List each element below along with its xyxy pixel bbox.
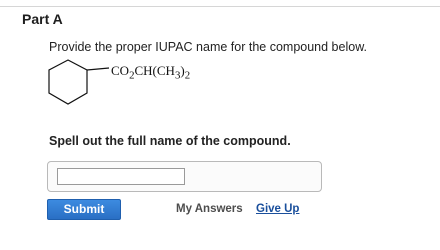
part-title: Part A xyxy=(22,11,63,27)
question-prompt: Provide the proper IUPAC name for the co… xyxy=(49,40,367,54)
answer-instruction: Spell out the full name of the compound. xyxy=(49,134,291,148)
question-panel: Part A Provide the proper IUPAC name for… xyxy=(0,0,440,250)
submit-button[interactable]: Submit xyxy=(47,199,121,220)
answer-container xyxy=(47,161,322,192)
top-divider xyxy=(0,6,440,7)
substituent-label: CO2CH(CH3)2 xyxy=(111,63,191,82)
give-up-link[interactable]: Give Up xyxy=(256,203,299,215)
cyclohexane-ring xyxy=(48,59,88,105)
my-answers-link[interactable]: My Answers xyxy=(176,203,243,215)
answer-input[interactable] xyxy=(57,168,185,185)
ester-bond xyxy=(86,67,110,71)
